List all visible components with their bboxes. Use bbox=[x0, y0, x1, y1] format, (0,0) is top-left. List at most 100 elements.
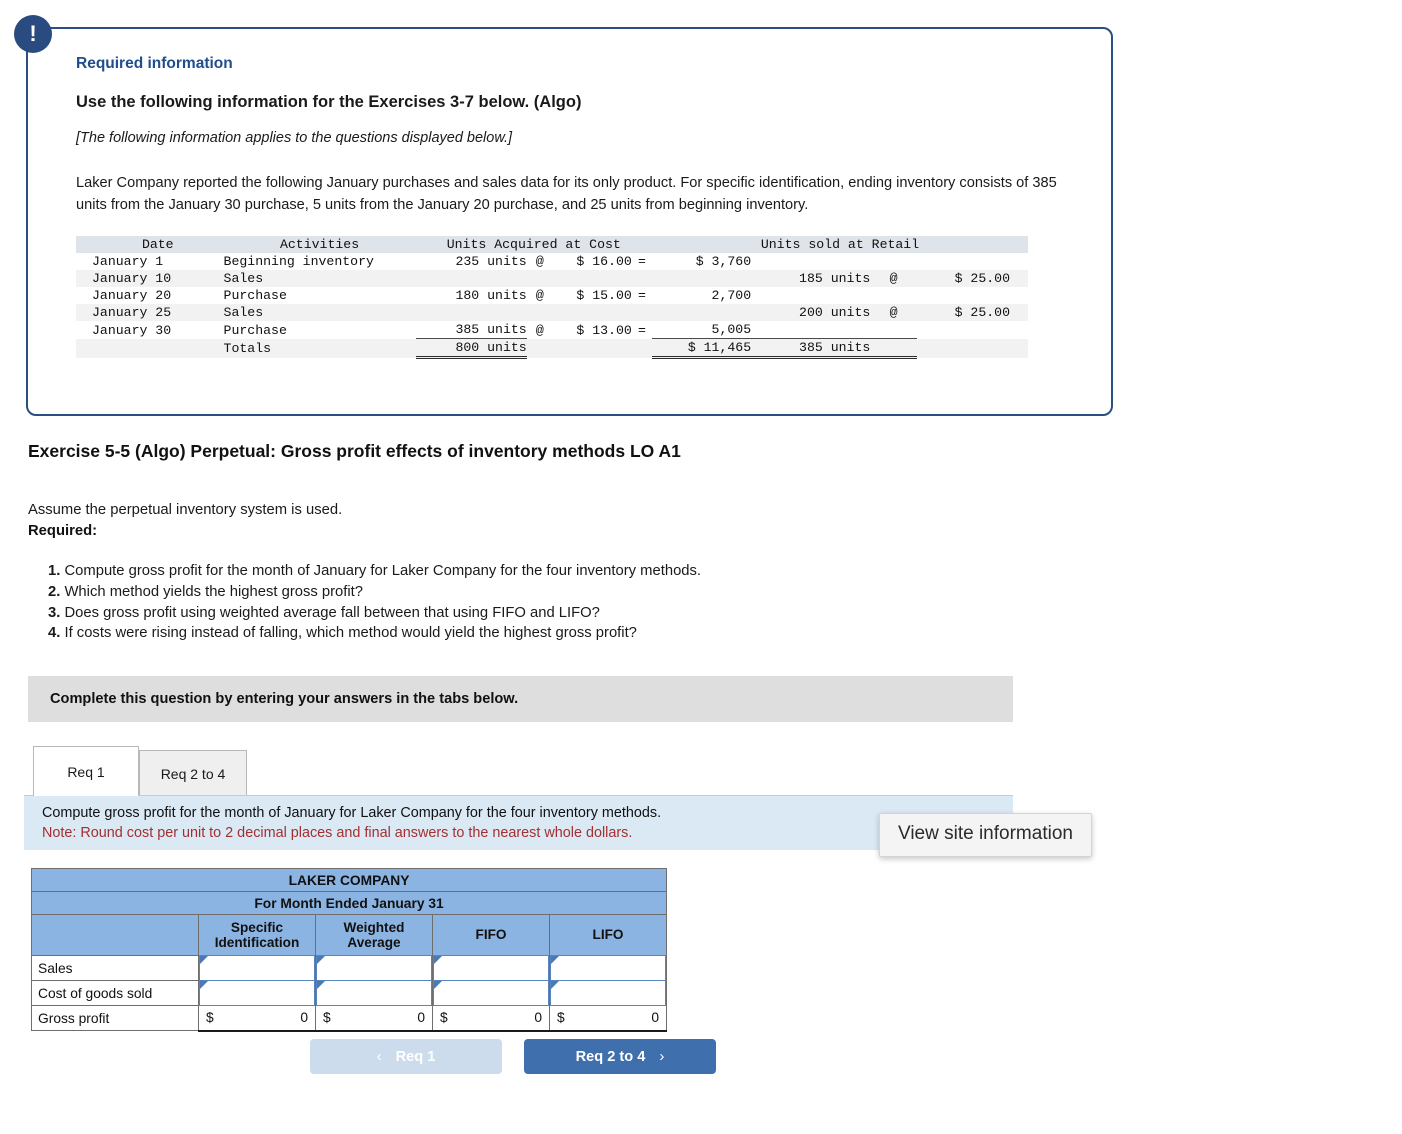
input-box[interactable] bbox=[433, 955, 549, 981]
cell-activity: Beginning inventory bbox=[223, 254, 374, 270]
tab-req-1[interactable]: Req 1 bbox=[33, 746, 139, 796]
table-row: Cost of goods sold bbox=[31, 980, 668, 1006]
cell-sold-units bbox=[759, 321, 871, 340]
cell-extended: $ 3,760 bbox=[695, 254, 752, 270]
table-row: January 10 Sales 185 units @ $ 25.00 bbox=[76, 270, 1028, 288]
inventory-data-table: Date Activities Units Acquired at Cost U… bbox=[76, 236, 1028, 360]
currency-symbol: $ bbox=[557, 1010, 565, 1026]
gross-profit-lifo: $ 0 bbox=[548, 1005, 668, 1032]
requirement-text: If costs were rising instead of falling,… bbox=[64, 625, 637, 642]
input-box[interactable] bbox=[199, 980, 315, 1006]
cell-activity: Sales bbox=[223, 271, 264, 287]
assume-text: Assume the perpetual inventory system is… bbox=[28, 502, 343, 518]
required-information-link[interactable]: Required information bbox=[76, 55, 1065, 73]
requirement-number: 3. bbox=[48, 604, 61, 621]
gross-profit-specific-identification: $ 0 bbox=[198, 1005, 316, 1032]
cell-date bbox=[76, 339, 224, 358]
currency-symbol: $ bbox=[206, 1010, 214, 1026]
input-box[interactable] bbox=[550, 955, 667, 981]
cell-sold-at bbox=[870, 338, 917, 360]
cell-activity: Sales bbox=[223, 305, 264, 321]
table-row: Gross profit $ 0 $ 0 $ 0 $ 0 bbox=[31, 1005, 668, 1032]
gross-profit-value: 0 bbox=[417, 1010, 425, 1026]
requirement-number: 1. bbox=[48, 563, 61, 579]
input-box[interactable] bbox=[316, 980, 432, 1006]
requirement-text: Compute gross profit for the month of Ja… bbox=[64, 563, 702, 579]
next-req-2-to-4-button[interactable]: Req 2 to 4 › bbox=[524, 1039, 716, 1074]
cogs-specific-identification-input[interactable] bbox=[198, 980, 316, 1006]
cell-sold-units: 200 units bbox=[799, 305, 871, 321]
cogs-weighted-average-input[interactable] bbox=[315, 980, 433, 1006]
cell-price bbox=[553, 270, 632, 287]
cell-sold-units bbox=[759, 253, 870, 270]
input-box[interactable] bbox=[550, 980, 667, 1006]
cell-total-sold-units: 385 units bbox=[759, 338, 871, 360]
cell-sold-price bbox=[917, 287, 1028, 304]
column-header-lifo: LIFO bbox=[548, 914, 668, 956]
cell-sold-price: $ 25.00 bbox=[954, 271, 1010, 287]
gross-profit-value: 0 bbox=[651, 1010, 660, 1026]
input-box[interactable] bbox=[316, 955, 432, 981]
cell-price: $ 13.00 bbox=[576, 322, 632, 338]
cell-sold-price bbox=[917, 339, 1028, 358]
gross-profit-weighted-average: $ 0 bbox=[315, 1005, 433, 1032]
requirement-number: 2. bbox=[48, 583, 61, 600]
column-header-fifo: FIFO bbox=[432, 914, 550, 956]
sales-lifo-input[interactable] bbox=[548, 955, 668, 981]
instruction-band: Compute gross profit for the month of Ja… bbox=[24, 795, 1013, 850]
required-information-heading: Use the following information for the Ex… bbox=[76, 93, 582, 111]
sales-specific-identification-input[interactable] bbox=[198, 955, 316, 981]
cogs-lifo-input[interactable] bbox=[548, 980, 668, 1006]
cell-total-units: 800 units bbox=[415, 338, 527, 360]
table-totals-row: Totals 800 units $ 11,465 385 units bbox=[76, 338, 1028, 360]
list-item: 3. Does gross profit using weighted aver… bbox=[48, 604, 701, 624]
tab-req-2-to-4[interactable]: Req 2 to 4 bbox=[139, 750, 247, 796]
header-date: Date bbox=[141, 237, 174, 253]
column-header-specific-identification: Specific Identification bbox=[198, 914, 316, 956]
cell-date: January 30 bbox=[92, 322, 172, 338]
cell-date: January 10 bbox=[92, 271, 172, 287]
view-site-information-tooltip: View site information bbox=[879, 813, 1092, 857]
input-box[interactable] bbox=[433, 980, 549, 1006]
cell-extended: 2,700 bbox=[711, 288, 752, 304]
sales-fifo-input[interactable] bbox=[432, 955, 550, 981]
gross-profit-value: 0 bbox=[300, 1010, 308, 1026]
next-button-label: Req 2 to 4 bbox=[575, 1048, 646, 1065]
complete-question-banner: Complete this question by entering your … bbox=[28, 676, 1013, 722]
column-header-weighted-average: Weighted Average bbox=[315, 914, 433, 956]
row-label-sales: Sales bbox=[31, 955, 199, 981]
data-table-header-row: Date Activities Units Acquired at Cost U… bbox=[76, 236, 1028, 254]
period-label: For Month Ended January 31 bbox=[30, 891, 668, 915]
cell-equals: = bbox=[637, 254, 646, 270]
cell-price: $ 15.00 bbox=[576, 288, 632, 304]
required-information-card: ! Required information Use the following… bbox=[14, 15, 1113, 416]
cell-at bbox=[527, 270, 553, 287]
sales-weighted-average-input[interactable] bbox=[315, 955, 433, 981]
column-header-line2: Average bbox=[347, 935, 401, 950]
header-units-sold: Units sold at Retail bbox=[760, 237, 920, 253]
exclamation-icon: ! bbox=[14, 15, 52, 53]
cell-sold-units bbox=[759, 287, 870, 304]
cell-price: $ 16.00 bbox=[576, 254, 632, 270]
cogs-fifo-input[interactable] bbox=[432, 980, 550, 1006]
cell-units: 180 units bbox=[455, 288, 527, 304]
currency-symbol: $ bbox=[440, 1010, 448, 1026]
cell-at bbox=[527, 339, 553, 358]
header-units-acquired: Units Acquired at Cost bbox=[446, 237, 621, 253]
header-activities: Activities bbox=[279, 237, 360, 253]
cell-activity: Totals bbox=[223, 340, 272, 356]
table-row: January 1 Beginning inventory 235 units … bbox=[76, 253, 1028, 270]
prev-req-1-button[interactable]: ‹ Req 1 bbox=[310, 1039, 502, 1074]
cell-price bbox=[553, 339, 632, 358]
cell-equals bbox=[632, 270, 652, 287]
requirements-list: 1. Compute gross profit for the month of… bbox=[48, 562, 701, 645]
requirement-text: Which method yields the highest gross pr… bbox=[64, 583, 364, 600]
cell-units bbox=[416, 304, 527, 321]
cell-price bbox=[553, 304, 632, 321]
cell-activity: Purchase bbox=[223, 288, 287, 304]
cell-equals bbox=[632, 339, 652, 358]
cell-equals: = bbox=[637, 322, 646, 338]
required-information-body: Laker Company reported the following Jan… bbox=[76, 175, 1057, 214]
input-box[interactable] bbox=[199, 955, 315, 981]
instruction-text: Compute gross profit for the month of Ja… bbox=[42, 805, 662, 821]
